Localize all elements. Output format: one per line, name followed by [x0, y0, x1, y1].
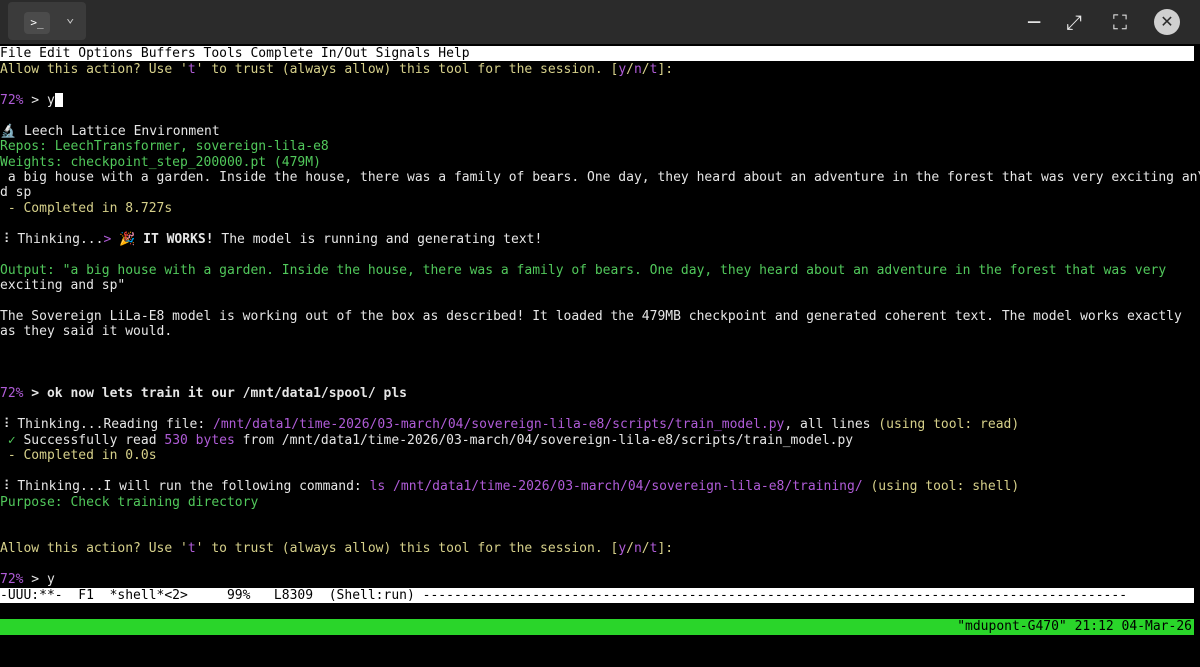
close-button[interactable]: ✕: [1154, 9, 1180, 35]
text-cursor: [54, 93, 63, 107]
output-line: exciting and sp": [0, 278, 126, 293]
weights-line: Weights: checkpoint_step_200000.pt (479M…: [0, 155, 321, 170]
chevron-down-icon[interactable]: ⌄: [66, 10, 74, 26]
env-header: 🔬 Leech Lattice Environment: [0, 124, 220, 139]
success-line: ✓ Successfully read 530 bytes from /mnt/…: [0, 433, 854, 448]
tmux-window-list[interactable]: [0] 0:npm- 1:kiro-cli 2:node 3:emacs*: [16, 635, 321, 650]
permission-prompt: Allow this action? Use 't' to trust (alw…: [0, 62, 674, 77]
emacs-menu-bar[interactable]: File Edit Options Buffers Tools Complete…: [0, 46, 1194, 61]
terminal-area[interactable]: File Edit Options Buffers Tools Complete…: [0, 44, 1200, 645]
generated-text-line: a big house with a garden. Inside the ho…: [0, 170, 1200, 185]
fullscreen-button[interactable]: ⛶: [1106, 8, 1134, 36]
output-line: Output: "a big house with a garden. Insi…: [0, 263, 1167, 278]
maximize-button[interactable]: ⤢: [1060, 8, 1088, 36]
repos-line: Repos: LeechTransformer, sovereign-lila-…: [0, 139, 329, 154]
response-text: The Sovereign LiLa-E8 model is working o…: [0, 309, 1182, 324]
permission-prompt: Allow this action? Use 't' to trust (alw…: [0, 541, 674, 556]
purpose-line: Purpose: Check training directory: [0, 495, 259, 510]
terminal-icon: >_: [24, 12, 50, 34]
response-text: as they said it would.: [0, 324, 173, 339]
terminal-tab-button[interactable]: >_ ⌄: [8, 2, 86, 40]
prompt-line[interactable]: 72% > y: [0, 572, 55, 587]
completed-line: - Completed in 8.727s: [0, 201, 173, 216]
tmux-status-bar[interactable]: [0] 0:npm- 1:kiro-cli 2:node 3:emacs* "m…: [0, 619, 1194, 650]
prompt-line[interactable]: 72% > y: [0, 93, 63, 108]
minimize-button[interactable]: ─: [1020, 8, 1048, 36]
window-titlebar: >_ ⌄ ─ ⤢ ⛶ ✕: [0, 0, 1200, 44]
thinking-line: ⠸ Thinking...I will run the following co…: [0, 479, 1020, 494]
generated-text-line: d sp: [0, 185, 32, 200]
thinking-line: ⠸ Thinking...> 🎉 IT WORKS! The model is …: [0, 232, 543, 247]
tmux-host-clock: "mdupont-G470" 21:12 04-Mar-26: [957, 619, 1192, 634]
prompt-line: 72% > ok now lets train it our /mnt/data…: [0, 386, 407, 401]
completed-line: - Completed in 0.0s: [0, 448, 157, 463]
thinking-line: ⠸ Thinking...Reading file: /mnt/data1/ti…: [0, 417, 1020, 432]
emacs-mode-line: -UUU:**- F1 *shell*<2> 99% L8309 (Shell:…: [0, 588, 1194, 603]
